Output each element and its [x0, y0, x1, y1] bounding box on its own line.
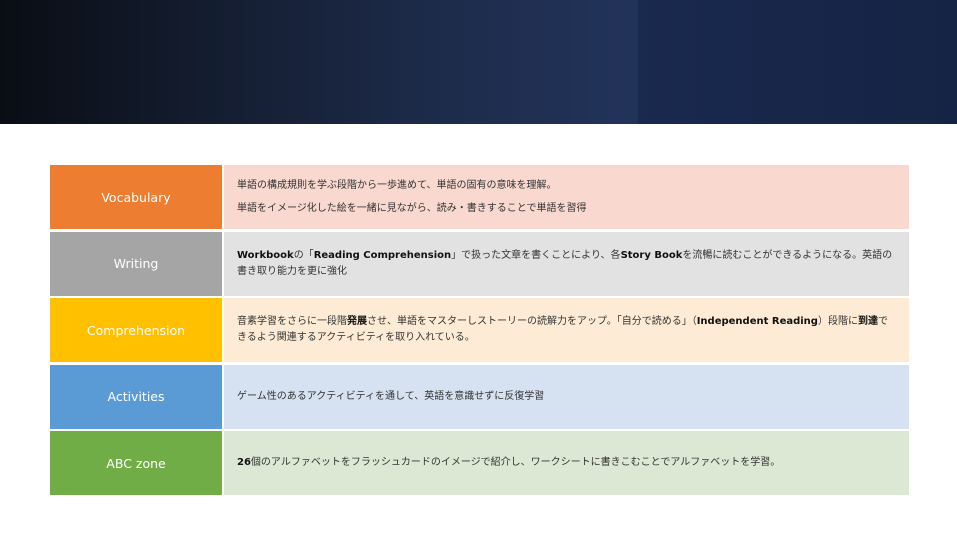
row-label-vocabulary: Vocabulary: [50, 165, 222, 229]
row-label-abc-zone: ABC zone: [50, 431, 222, 495]
row-label-comprehension: Comprehension: [50, 298, 222, 362]
comprehension-text: 音素学習をさらに一段階発展させ、単語をマスターしストーリーの読解力をアップ。「自…: [237, 316, 888, 343]
abc-zone-text: 26個のアルファベットをフラッシュカードのイメージで紹介し、ワークシートに書きこ…: [237, 457, 781, 468]
table-row-comprehension: Comprehension 音素学習をさらに一段階発展させ、単語をマスターしスト…: [50, 298, 909, 362]
table-row-vocabulary: Vocabulary 単語の構成規則を学ぶ段階から一歩進めて、単語の固有の意味を…: [50, 165, 909, 229]
table-row-abc-zone: ABC zone 26個のアルファベットをフラッシュカードのイメージで紹介し、ワ…: [50, 431, 909, 495]
row-content-vocabulary: 単語の構成規則を学ぶ段階から一歩進めて、単語の固有の意味を理解。 単語をイメージ…: [222, 165, 909, 229]
slide: Vocabulary 単語の構成規則を学ぶ段階から一歩進めて、単語の固有の意味を…: [0, 0, 957, 538]
row-content-abc-zone: 26個のアルファベットをフラッシュカードのイメージで紹介し、ワークシートに書きこ…: [222, 431, 909, 495]
curriculum-table: Vocabulary 単語の構成規則を学ぶ段階から一歩進めて、単語の固有の意味を…: [50, 165, 909, 498]
table-row-activities: Activities ゲーム性のあるアクティビティを通して、英語を意識せずに反復…: [50, 364, 909, 429]
vocabulary-line-1: 単語の構成規則を学ぶ段階から一歩進めて、単語の固有の意味を理解。: [237, 179, 557, 191]
table-row-writing: Writing Workbookの「Reading Comprehension」…: [50, 231, 909, 296]
activities-line-1: ゲーム性のあるアクティビティを通して、英語を意識せずに反復学習: [237, 390, 545, 402]
row-content-writing: Workbookの「Reading Comprehension」で扱った文章を書…: [222, 231, 909, 296]
vocabulary-line-2: 単語をイメージ化した絵を一緒に見ながら、読み・書きすることで単語を習得: [237, 202, 587, 214]
row-label-activities: Activities: [50, 364, 222, 429]
row-content-activities: ゲーム性のあるアクティビティを通して、英語を意識せずに反復学習: [222, 364, 909, 429]
header-banner: [0, 0, 957, 124]
writing-text: Workbookの「Reading Comprehension」で扱った文章を書…: [237, 249, 893, 277]
row-content-comprehension: 音素学習をさらに一段階発展させ、単語をマスターしストーリーの読解力をアップ。「自…: [222, 298, 909, 362]
row-label-writing: Writing: [50, 231, 222, 296]
